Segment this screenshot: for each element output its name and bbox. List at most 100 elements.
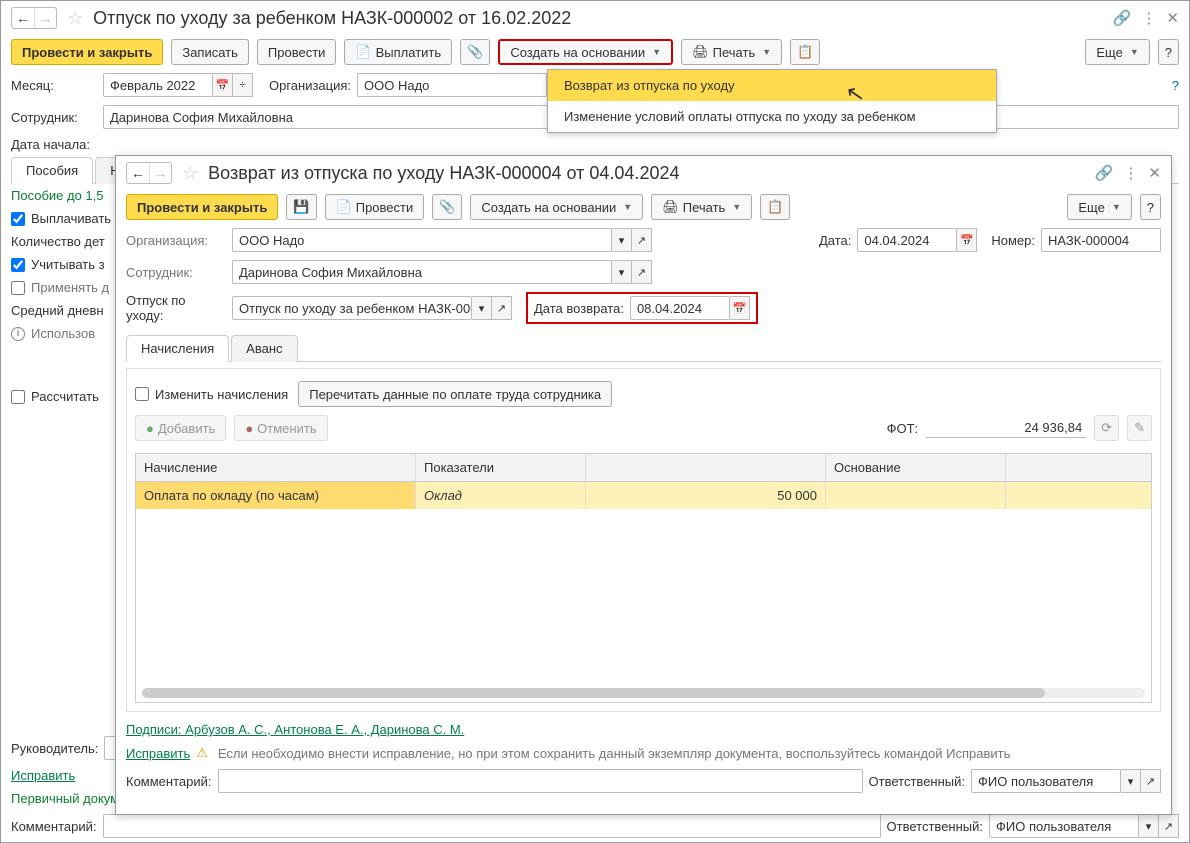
save-button[interactable]: Записать: [171, 39, 249, 65]
favorite-star-icon[interactable]: ☆: [182, 163, 198, 184]
signatures-link[interactable]: Подписи: Арбузов А. С., Антонова Е. А., …: [126, 722, 464, 737]
refresh-button[interactable]: ⟳: [1094, 415, 1119, 441]
tab-advance[interactable]: Аванс: [231, 335, 297, 362]
cancel-button[interactable]: ● Отменить: [234, 415, 327, 441]
change-accruals-checkbox[interactable]: [135, 387, 149, 401]
spinner-icon[interactable]: ÷: [233, 73, 253, 97]
dropdown-icon[interactable]: ▾: [1139, 814, 1159, 838]
org-field[interactable]: ООО Надо: [232, 228, 612, 252]
calendar-icon[interactable]: 📅: [730, 296, 750, 320]
chevron-down-icon: ▼: [652, 47, 661, 57]
leave-field[interactable]: Отпуск по уходу за ребенком НАЗК-0000: [232, 296, 472, 320]
post-button[interactable]: 📄 Провести: [325, 194, 425, 220]
accruals-pane: Изменить начисления Перечитать данные по…: [126, 368, 1161, 712]
tab-benefits[interactable]: Пособия: [11, 157, 93, 184]
resp-field[interactable]: ФИО пользователя: [971, 769, 1121, 793]
post-button[interactable]: Провести: [257, 39, 337, 65]
post-and-close-button[interactable]: Провести и закрыть: [11, 39, 163, 65]
month-field[interactable]: Февраль 2022: [103, 73, 213, 97]
nav-back-icon[interactable]: ←: [12, 8, 34, 28]
more-button[interactable]: Еще ▼: [1067, 194, 1131, 220]
tab-accruals[interactable]: Начисления: [126, 335, 229, 362]
th-value[interactable]: [586, 454, 826, 481]
attach-button[interactable]: 📎: [460, 39, 490, 65]
kebab-icon[interactable]: ⋮: [1141, 9, 1156, 27]
nav-forward-icon[interactable]: →: [34, 8, 56, 28]
comment-field[interactable]: [103, 814, 881, 838]
refresh-icon: ⟳: [1101, 420, 1112, 436]
th-accrual[interactable]: Начисление: [136, 454, 416, 481]
save-button[interactable]: 💾: [286, 194, 316, 220]
dropdown-icon[interactable]: ▾: [612, 260, 632, 284]
info-icon[interactable]: ?: [1172, 78, 1179, 93]
recalc-checkbox[interactable]: [11, 390, 25, 404]
print-button[interactable]: 🖨 Печать ▼: [651, 194, 752, 220]
plus-icon: ●: [146, 421, 154, 436]
nav-arrows: ← →: [11, 7, 57, 29]
open-icon[interactable]: ↗: [632, 260, 652, 284]
create-based-button[interactable]: Создать на основании ▼: [470, 194, 643, 220]
th-basis[interactable]: Основание: [826, 454, 1006, 481]
dropdown-icon[interactable]: ▾: [1121, 769, 1141, 793]
link-icon[interactable]: 🔗: [1095, 164, 1114, 182]
document-icon: 📋: [767, 199, 783, 215]
consider-checkbox[interactable]: [11, 258, 25, 272]
help-button[interactable]: ?: [1140, 194, 1161, 220]
recalc-label: Рассчитать: [31, 389, 99, 404]
create-based-button[interactable]: Создать на основании ▼: [498, 39, 673, 65]
open-icon[interactable]: ↗: [632, 228, 652, 252]
scroll-thumb[interactable]: [142, 688, 1045, 698]
extra-button[interactable]: 📋: [790, 39, 820, 65]
emp-field[interactable]: Даринова София Михайловна: [232, 260, 612, 284]
menu-item-change-payment[interactable]: Изменение условий оплаты отпуска по уход…: [548, 101, 996, 132]
post-and-close-button[interactable]: Провести и закрыть: [126, 194, 278, 220]
cell-value: 50 000: [586, 482, 826, 509]
help-button[interactable]: ?: [1158, 39, 1179, 65]
th-indicators[interactable]: Показатели: [416, 454, 586, 481]
chevron-down-icon: ▼: [1130, 47, 1139, 57]
calendar-icon[interactable]: 📅: [213, 73, 233, 97]
pay-button[interactable]: 📄 Выплатить: [344, 39, 452, 65]
resp-field[interactable]: ФИО пользователя: [989, 814, 1139, 838]
edit-button[interactable]: ✎: [1127, 415, 1152, 441]
open-icon[interactable]: ↗: [492, 296, 512, 320]
org-field[interactable]: ООО Надо: [357, 73, 547, 97]
employee-label: Сотрудник:: [11, 110, 97, 125]
close-icon[interactable]: ✕: [1148, 164, 1161, 182]
open-icon[interactable]: ↗: [1159, 814, 1179, 838]
dropdown-icon[interactable]: ▾: [612, 228, 632, 252]
reread-button[interactable]: Перечитать данные по оплате труда сотруд…: [298, 381, 612, 407]
close-icon[interactable]: ✕: [1166, 9, 1179, 27]
open-icon[interactable]: ↗: [1141, 769, 1161, 793]
table-row[interactable]: Оплата по окладу (по часам) Оклад 50 000: [136, 482, 1151, 509]
apply-checkbox[interactable]: [11, 281, 25, 295]
front-titlebar: ← → ☆ Возврат из отпуска по уходу НАЗК-0…: [116, 156, 1171, 190]
menu-item-return-from-leave[interactable]: Возврат из отпуска по уходу: [548, 70, 996, 101]
favorite-star-icon[interactable]: ☆: [67, 8, 83, 29]
num-field[interactable]: НАЗК-000004: [1041, 228, 1161, 252]
date-field[interactable]: 04.04.2024: [857, 228, 957, 252]
create-based-menu: Возврат из отпуска по уходу Изменение ус…: [547, 69, 997, 133]
printer-icon: 🖨: [692, 44, 709, 60]
attach-button[interactable]: 📎: [432, 194, 462, 220]
pay-checkbox[interactable]: [11, 212, 25, 226]
info-icon: i: [11, 327, 25, 341]
dropdown-icon[interactable]: ▾: [472, 296, 492, 320]
fix-link[interactable]: Исправить: [11, 768, 75, 783]
fix-link[interactable]: Исправить: [126, 746, 190, 761]
add-button[interactable]: ● Добавить: [135, 415, 226, 441]
nav-back-icon[interactable]: ←: [127, 163, 149, 183]
extra-button[interactable]: 📋: [760, 194, 790, 220]
kebab-icon[interactable]: ⋮: [1123, 164, 1138, 182]
more-button[interactable]: Еще ▼: [1085, 39, 1149, 65]
cell-accrual: Оплата по окладу (по часам): [136, 482, 416, 509]
horizontal-scrollbar[interactable]: [142, 688, 1145, 698]
comment-field[interactable]: [218, 769, 863, 793]
save-icon: 💾: [293, 199, 309, 215]
calendar-icon[interactable]: 📅: [957, 228, 977, 252]
link-icon[interactable]: 🔗: [1113, 9, 1132, 27]
paperclip-icon: 📎: [439, 199, 455, 215]
return-date-field[interactable]: 08.04.2024: [630, 296, 730, 320]
print-button[interactable]: 🖨 Печать ▼: [681, 39, 782, 65]
nav-forward-icon[interactable]: →: [149, 163, 171, 183]
